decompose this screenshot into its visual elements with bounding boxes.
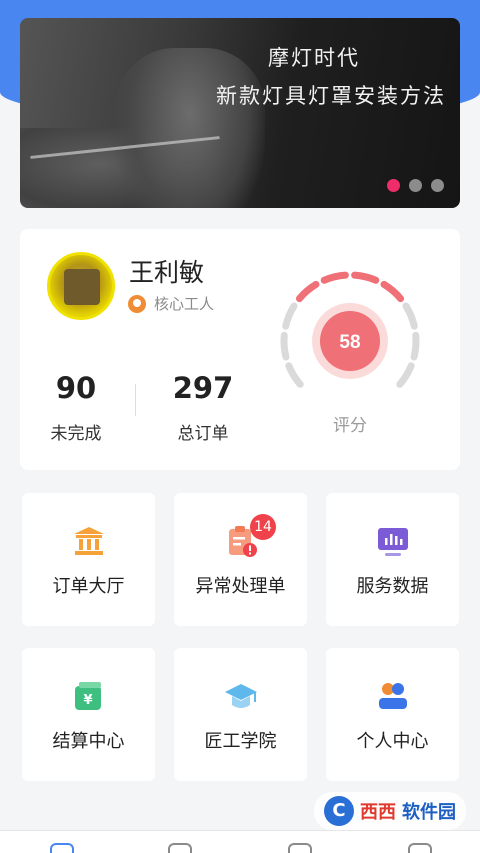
chart-monitor-icon — [377, 528, 408, 556]
tile-service-data[interactable]: 服务数据 — [326, 493, 459, 626]
user-name: 王利敏 — [129, 258, 205, 287]
stat-divider — [135, 384, 136, 416]
wallet-yen-icon: ¥ — [74, 682, 101, 710]
banner-photo-person — [115, 48, 265, 208]
gauge-segment — [351, 271, 380, 284]
bottom-tab-bar — [0, 830, 480, 853]
profile-card: 王利敏 核心工人 90 未完成 297 总订单 58 评分 — [20, 229, 460, 470]
stat-label: 总订单 — [177, 424, 229, 444]
score-value: 58 — [339, 332, 360, 353]
tile-label: 异常处理单 — [195, 576, 286, 597]
banner-subtitle: 新款灯具灯罩安装方法 — [216, 84, 446, 108]
tile-label: 订单大厅 — [52, 576, 125, 597]
gauge-segment — [282, 302, 298, 330]
gauge-segment — [380, 280, 405, 303]
tile-label: 结算中心 — [52, 731, 125, 752]
watermark-logo-icon: C — [324, 796, 354, 826]
home-tab-icon[interactable] — [50, 843, 74, 853]
banner-dot-2[interactable] — [409, 179, 422, 192]
messages-tab-icon[interactable] — [288, 843, 312, 853]
badge-label: 核心工人 — [154, 295, 215, 313]
gauge-segment — [295, 280, 320, 303]
gauge-segment — [285, 362, 304, 388]
tile-personal-center[interactable]: 个人中心 — [326, 648, 459, 781]
stat-value: 90 — [55, 371, 97, 405]
gauge-segment — [410, 331, 420, 361]
gauge-segment — [320, 271, 349, 284]
bank-icon — [73, 527, 104, 555]
tile-label: 个人中心 — [356, 731, 429, 752]
svg-text:¥: ¥ — [83, 693, 92, 708]
banner-pagination — [387, 179, 444, 192]
tile-settlement-center[interactable]: ¥ 结算中心 — [22, 648, 155, 781]
graduation-cap-icon — [224, 684, 257, 708]
banner-dot-1[interactable] — [387, 179, 400, 192]
worker-badge: 核心工人 — [128, 293, 214, 314]
watermark-text-2: 软件园 — [402, 802, 456, 823]
gauge-segment — [280, 331, 290, 361]
gauge-segment — [396, 362, 415, 388]
banner-dot-3[interactable] — [431, 179, 444, 192]
stat-total-orders[interactable]: 297 总订单 — [153, 371, 253, 444]
watermark-text-1: 西西 — [360, 802, 396, 823]
tile-order-hall[interactable]: 订单大厅 — [22, 493, 155, 626]
profile-tab-icon[interactable] — [408, 843, 432, 853]
gauge-segment — [402, 302, 418, 330]
stat-label: 未完成 — [50, 424, 102, 444]
promo-banner[interactable]: 摩灯时代 新款灯具灯罩安装方法 — [20, 18, 460, 208]
tile-craftsman-academy[interactable]: 匠工学院 — [174, 648, 307, 781]
exception-count-badge: 14 — [250, 514, 276, 540]
score-label: 评分 — [333, 416, 367, 436]
stat-unfinished[interactable]: 90 未完成 — [26, 371, 126, 444]
stat-value: 297 — [172, 371, 234, 405]
avatar[interactable] — [47, 252, 115, 320]
banner-title: 摩灯时代 — [268, 46, 360, 70]
medal-icon — [128, 294, 146, 313]
tile-exception-orders[interactable]: 14 异常处理单 — [174, 493, 307, 626]
tile-label: 服务数据 — [356, 576, 429, 597]
tile-label: 匠工学院 — [204, 731, 277, 752]
watermark: C 西西 软件园 — [314, 792, 466, 830]
score-gauge: 58 — [280, 271, 420, 388]
user-group-icon — [378, 683, 407, 709]
orders-tab-icon[interactable] — [168, 843, 192, 853]
